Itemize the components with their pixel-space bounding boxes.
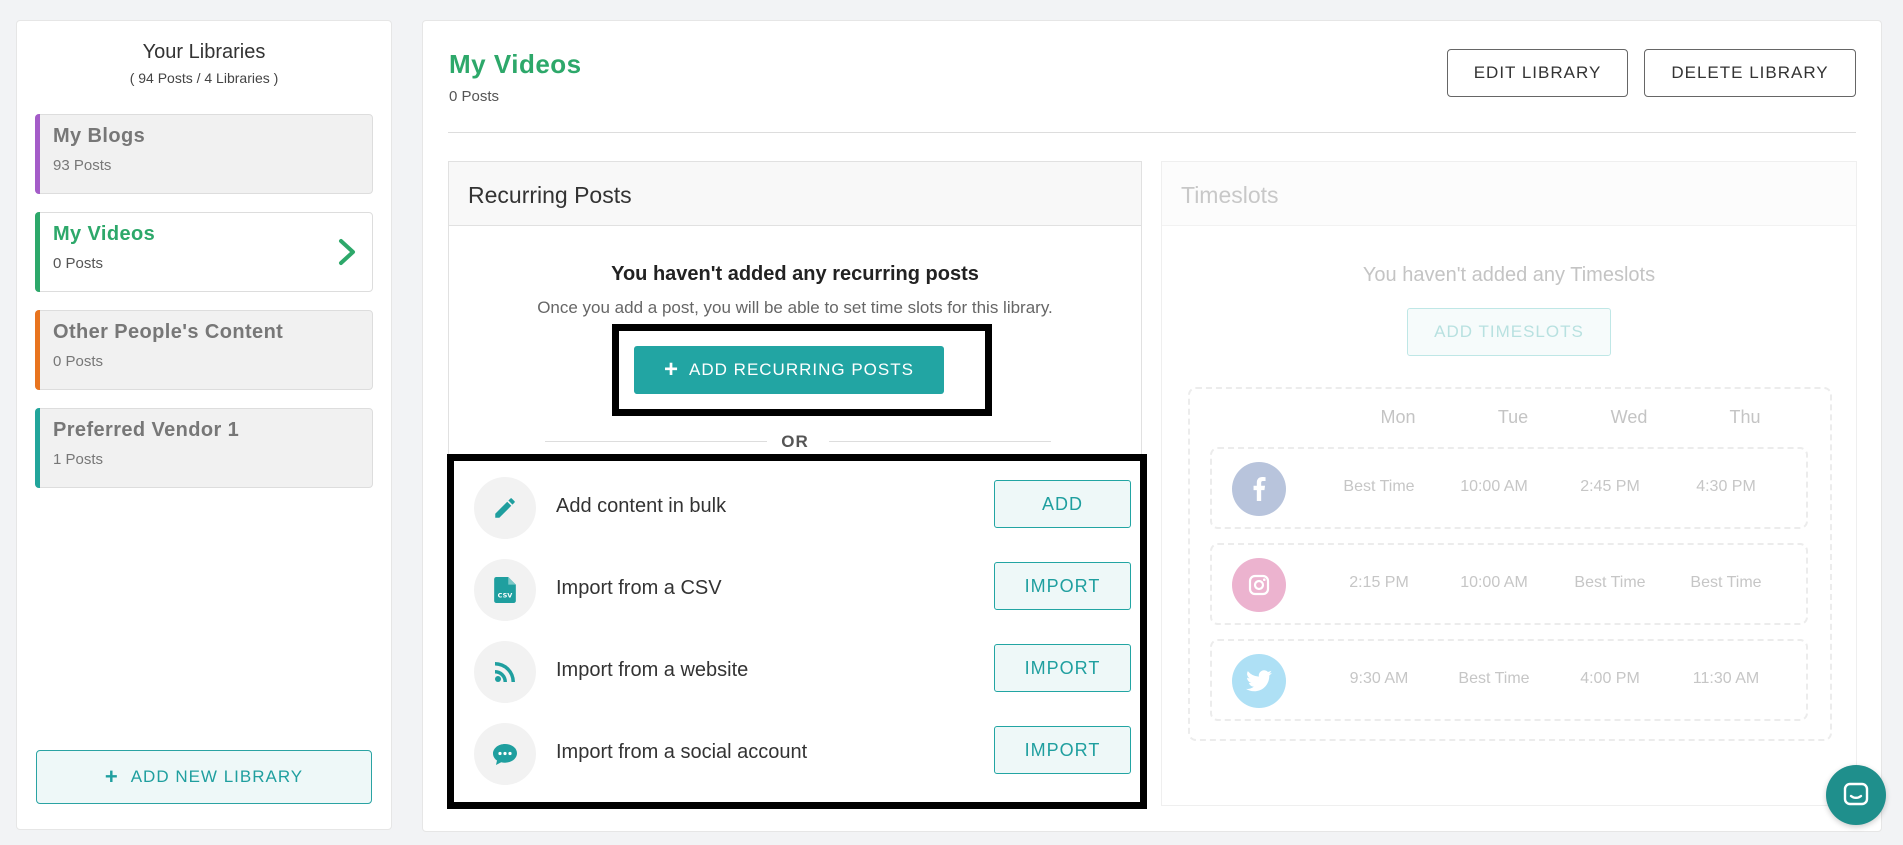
add-recurring-posts-label: ADD RECURRING POSTS xyxy=(689,360,914,379)
library-name: Preferred Vendor 1 xyxy=(53,419,240,441)
timeslot-cell: Best Time xyxy=(1574,574,1646,591)
library-name: My Videos xyxy=(53,223,156,245)
header-divider xyxy=(448,132,1856,133)
instagram-icon xyxy=(1232,558,1286,612)
timeslot-cell: 2:15 PM xyxy=(1349,574,1409,591)
add-new-library-label: ADD NEW LIBRARY xyxy=(130,767,304,786)
option-import-website: Import from a website IMPORT xyxy=(474,641,1131,703)
timeslot-cell: 11:30 AM xyxy=(1692,670,1760,687)
timeslots-empty-title: You haven't added any Timeslots xyxy=(1362,264,1656,286)
library-item-other-peoples-content[interactable]: Other People's Content 0 Posts xyxy=(35,310,373,390)
import-csv-button[interactable]: IMPORT xyxy=(994,562,1131,610)
library-name: My Blogs xyxy=(53,125,146,147)
add-bulk-button[interactable]: ADD xyxy=(994,480,1131,528)
option-label: Import from a social account xyxy=(556,741,808,763)
library-item-preferred-vendor-1[interactable]: Preferred Vendor 1 1 Posts xyxy=(35,408,373,488)
option-label: Import from a CSV xyxy=(556,577,722,599)
timeslot-cell: 10:00 AM xyxy=(1460,574,1528,591)
plus-icon: + xyxy=(664,356,680,383)
timeslots-preview-grid: Mon Tue Wed Thu Best Time 10:00 AM 2:45 … xyxy=(1188,387,1832,741)
day-header: Thu xyxy=(1729,407,1761,427)
library-count: 93 Posts xyxy=(53,157,112,174)
option-label: Add content in bulk xyxy=(556,495,727,517)
add-recurring-posts-button[interactable]: + ADD RECURRING POSTS xyxy=(634,346,944,394)
library-color-bar xyxy=(35,114,40,194)
csv-file-icon: CSV xyxy=(474,559,536,621)
sidebar-title: Your Libraries xyxy=(142,41,266,63)
option-import-social: Import from a social account IMPORT xyxy=(474,723,1131,785)
recurring-empty-title: You haven't added any recurring posts xyxy=(611,263,979,285)
chat-bubble-icon xyxy=(474,723,536,785)
timeslot-row-twitter: 9:30 AM Best Time 4:00 PM 11:30 AM xyxy=(1210,639,1808,721)
or-label: OR xyxy=(781,432,809,451)
day-header: Mon xyxy=(1380,407,1416,427)
library-detail-panel: My Videos 0 Posts EDIT LIBRARY DELETE LI… xyxy=(422,20,1882,832)
library-item-my-blogs[interactable]: My Blogs 93 Posts xyxy=(35,114,373,194)
timeslot-cell: 9:30 AM xyxy=(1349,670,1409,687)
library-color-bar xyxy=(35,310,40,390)
day-header: Tue xyxy=(1497,407,1529,427)
library-name: Other People's Content xyxy=(53,321,284,343)
option-label: Import from a website xyxy=(556,659,749,681)
day-header: Wed xyxy=(1610,407,1648,427)
timeslot-cell: 2:45 PM xyxy=(1580,478,1640,495)
library-color-bar xyxy=(35,408,40,488)
edit-library-button[interactable]: EDIT LIBRARY xyxy=(1447,49,1628,97)
library-count: 1 Posts xyxy=(53,451,104,468)
timeslot-cell: 4:30 PM xyxy=(1696,478,1756,495)
add-new-library-button[interactable]: + ADD NEW LIBRARY xyxy=(36,750,372,804)
timeslot-cell: 4:00 PM xyxy=(1580,670,1640,687)
chat-launcher-button[interactable] xyxy=(1826,765,1886,825)
timeslot-cell: Best Time xyxy=(1690,574,1762,591)
library-list: My Blogs 93 Posts My Videos 0 Posts Othe… xyxy=(35,114,373,506)
recurring-posts-panel: Recurring Posts You haven't added any re… xyxy=(447,161,1147,809)
timeslots-panel: Timeslots You haven't added any Timeslot… xyxy=(1161,161,1857,806)
plus-icon: + xyxy=(104,764,119,789)
timeslot-cell: 10:00 AM xyxy=(1460,478,1528,495)
option-import-csv: CSV Import from a CSV IMPORT xyxy=(474,559,1131,621)
twitter-icon xyxy=(1232,654,1286,708)
option-add-bulk: Add content in bulk ADD xyxy=(474,477,1131,539)
rss-icon xyxy=(474,641,536,703)
timeslot-cell: Best Time xyxy=(1458,670,1530,687)
chat-icon xyxy=(1843,782,1869,806)
library-color-bar xyxy=(35,212,40,292)
library-item-my-videos[interactable]: My Videos 0 Posts xyxy=(35,212,373,292)
import-website-button[interactable]: IMPORT xyxy=(994,644,1131,692)
page-title: My Videos xyxy=(449,49,582,79)
page-post-count: 0 Posts xyxy=(449,88,500,105)
recurring-posts-heading: Recurring Posts xyxy=(449,162,1141,226)
facebook-icon xyxy=(1232,462,1286,516)
timeslot-cell: Best Time xyxy=(1343,478,1415,495)
library-count: 0 Posts xyxy=(53,255,104,272)
library-count: 0 Posts xyxy=(53,353,104,370)
library-sidebar: Your Libraries ( 94 Posts / 4 Libraries … xyxy=(16,20,392,830)
recurring-empty-subtitle: Once you add a post, you will be able to… xyxy=(537,298,1053,317)
import-social-button[interactable]: IMPORT xyxy=(994,726,1131,774)
delete-library-button[interactable]: DELETE LIBRARY xyxy=(1644,49,1856,97)
chevron-right-icon xyxy=(339,239,355,265)
sidebar-subtitle: ( 94 Posts / 4 Libraries ) xyxy=(129,70,279,86)
pencil-icon xyxy=(474,477,536,539)
timeslot-row-instagram: 2:15 PM 10:00 AM Best Time Best Time xyxy=(1210,543,1808,625)
timeslot-row-facebook: Best Time 10:00 AM 2:45 PM 4:30 PM xyxy=(1210,447,1808,529)
timeslots-heading: Timeslots xyxy=(1162,162,1856,226)
add-timeslots-button: ADD TIMESLOTS xyxy=(1407,308,1611,356)
svg-text:CSV: CSV xyxy=(498,592,513,600)
